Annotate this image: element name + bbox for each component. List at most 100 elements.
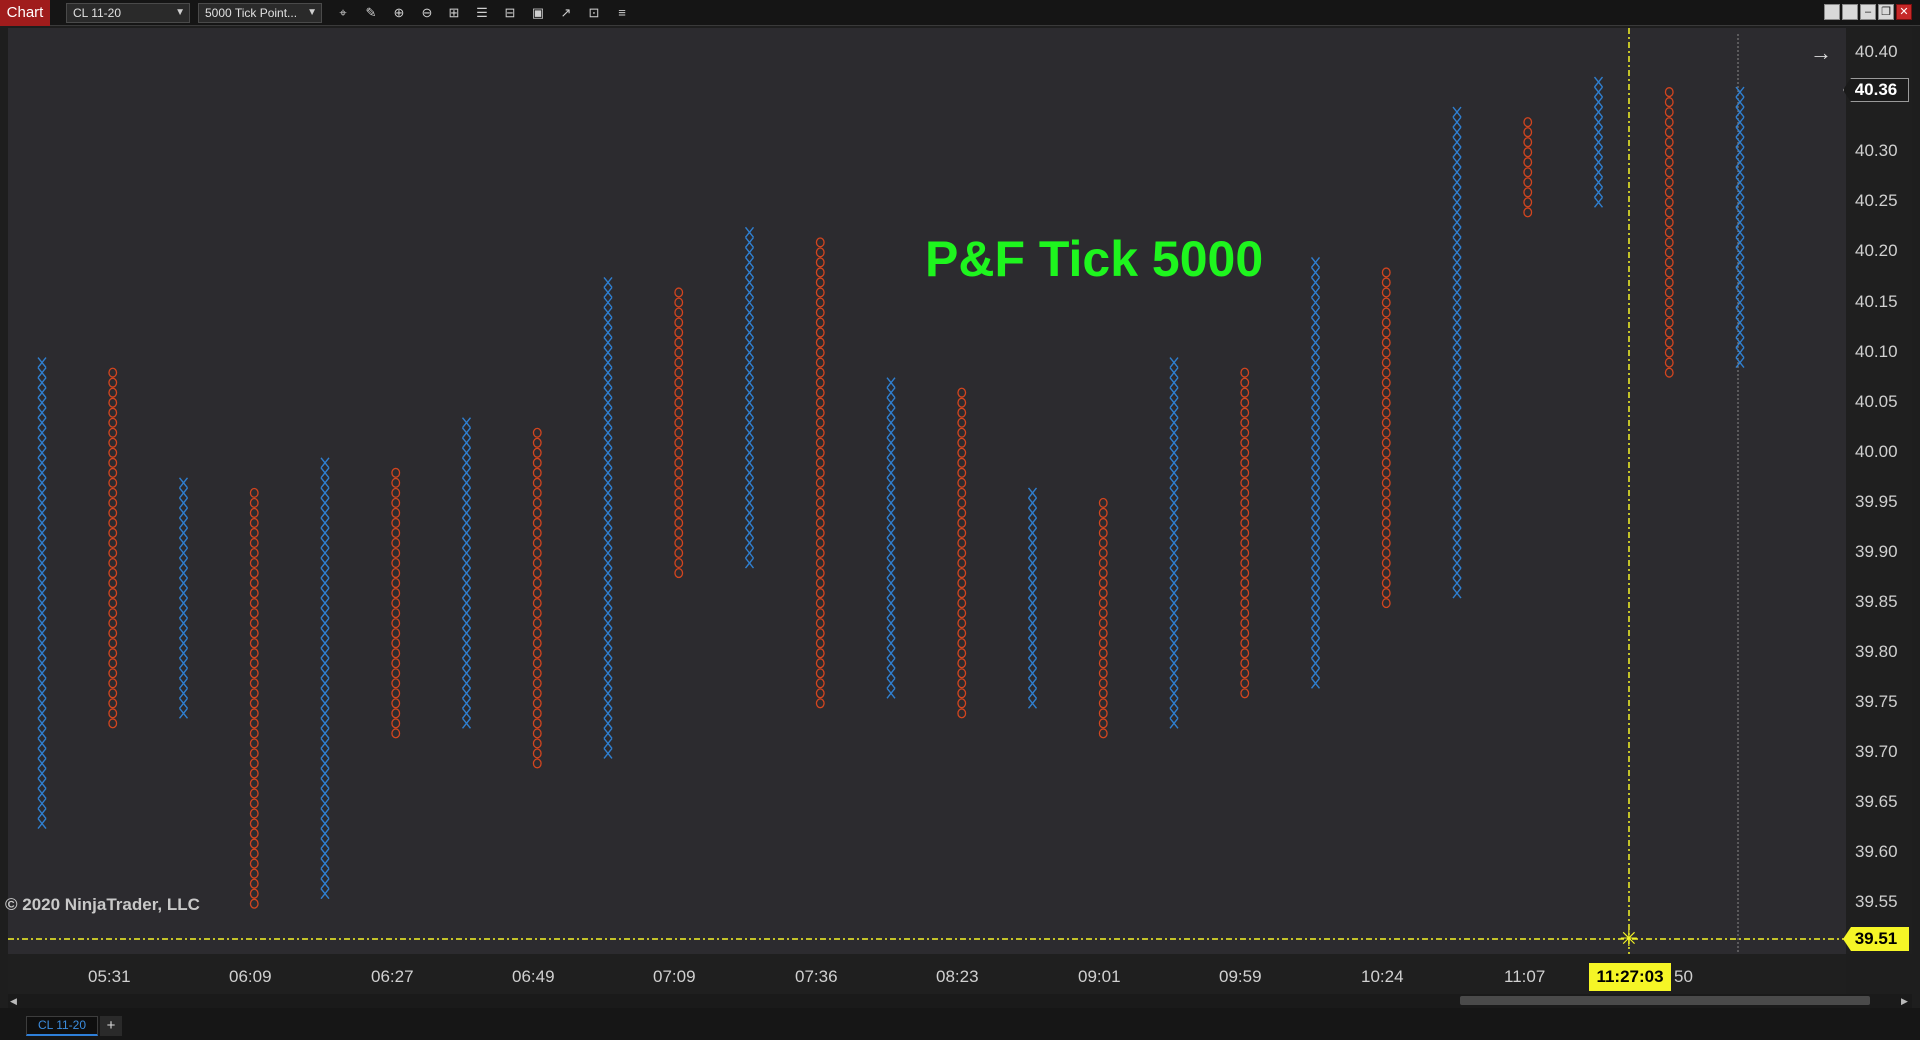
pf-x-box	[1169, 467, 1179, 479]
pf-o-box	[1240, 397, 1250, 408]
pf-o-box	[1240, 668, 1250, 679]
pf-x-box	[603, 357, 613, 369]
pf-x-box	[178, 507, 189, 519]
pf-x-box	[1452, 507, 1462, 519]
pf-x-box	[603, 387, 613, 399]
pf-o-box	[532, 628, 542, 639]
chart-overlay-title: P&F Tick 5000	[925, 231, 1264, 287]
pf-x-box	[37, 667, 47, 679]
price-tick-label: 39.75	[1855, 692, 1898, 711]
pf-x-box	[1452, 487, 1462, 499]
pf-x-box	[320, 778, 330, 789]
pf-x-box	[37, 357, 47, 369]
pf-o-column	[957, 387, 967, 719]
pf-o-box	[249, 678, 259, 689]
pf-o-box	[391, 638, 401, 649]
pf-x-box	[1452, 427, 1462, 439]
pf-o-box	[532, 678, 542, 689]
pf-x-box	[1027, 487, 1038, 499]
pf-x-box	[603, 427, 613, 439]
pf-x-box	[37, 377, 47, 389]
pf-o-box	[815, 678, 825, 689]
pf-o-box	[1523, 187, 1533, 198]
pf-o-box	[532, 648, 542, 659]
pf-x-box	[320, 477, 330, 489]
pf-x-box	[461, 557, 472, 569]
pf-o-box	[1664, 327, 1674, 338]
pf-o-box	[1664, 237, 1674, 248]
pf-x-box	[320, 637, 330, 649]
pf-x-box	[320, 527, 330, 539]
pf-x-box	[320, 667, 330, 679]
pf-x-box	[886, 427, 896, 439]
add-tab-button[interactable]: +	[100, 1016, 122, 1036]
pf-o-box	[391, 507, 401, 518]
pf-o-box	[532, 567, 542, 579]
pf-x-box	[1452, 327, 1462, 338]
pf-o-box	[249, 507, 259, 518]
arrow-right-icon[interactable]: →	[1810, 40, 1832, 66]
horizontal-scrollbar[interactable]: ◀ ▶	[8, 994, 1912, 1008]
pf-x-box	[1593, 146, 1604, 158]
pf-o-box	[1381, 367, 1391, 378]
pf-x-box	[37, 737, 47, 749]
pf-o-box	[815, 387, 825, 398]
pf-x-box	[744, 427, 755, 439]
pf-x-box	[1452, 417, 1462, 429]
pf-o-box	[391, 608, 401, 619]
pf-o-box	[815, 547, 825, 559]
pf-x-box	[1027, 497, 1038, 509]
pf-o-box	[815, 327, 825, 338]
pf-o-box	[1523, 127, 1533, 138]
pf-x-box	[178, 567, 189, 579]
pf-o-box	[815, 347, 825, 358]
pf-x-box	[603, 377, 613, 389]
time-tick-label: 06:27	[371, 967, 414, 986]
pf-x-box	[178, 647, 189, 659]
pf-x-box	[1310, 647, 1321, 659]
pf-x-box	[1310, 337, 1321, 349]
pf-x-box	[1027, 677, 1038, 689]
tab-instrument[interactable]: CL 11-20	[26, 1016, 98, 1036]
pf-x-box	[886, 377, 896, 389]
pf-x-box	[461, 487, 472, 499]
pf-x-box	[178, 537, 189, 549]
pf-x-box	[603, 367, 613, 379]
pf-o-box	[391, 467, 401, 478]
pf-x-box	[886, 507, 896, 519]
pf-o-box	[1381, 487, 1391, 498]
pf-o-box	[1381, 307, 1391, 318]
crosshair-cursor-icon: ✳	[1620, 927, 1638, 952]
pf-x-box	[603, 457, 613, 469]
pf-o-box	[1098, 547, 1108, 559]
price-tick-label: 39.80	[1855, 642, 1898, 661]
pf-o-box	[1240, 527, 1250, 539]
pf-o-box	[532, 718, 542, 729]
price-tick-label: 39.90	[1855, 542, 1898, 561]
pf-o-box	[249, 738, 259, 749]
scrollbar-thumb[interactable]	[1460, 996, 1870, 1005]
pf-o-box	[674, 417, 684, 428]
pf-x-box	[1452, 307, 1462, 318]
pf-o-box	[532, 578, 542, 589]
pf-o-box	[957, 477, 967, 488]
pf-o-box	[249, 878, 259, 889]
scroll-right-icon[interactable]: ▶	[1901, 994, 1908, 1008]
pf-o-box	[1664, 357, 1674, 368]
pf-x-box	[744, 527, 755, 539]
pf-o-box	[108, 497, 118, 508]
pf-o-box	[108, 367, 118, 378]
pf-x-column	[1027, 487, 1038, 709]
pf-o-box	[674, 517, 684, 528]
pf-x-box	[1735, 246, 1745, 258]
pf-x-box	[603, 397, 613, 409]
pf-o-box	[108, 588, 118, 599]
pf-x-box	[744, 437, 755, 449]
scroll-left-icon[interactable]: ◀	[10, 994, 17, 1008]
pf-o-box	[532, 688, 542, 699]
pf-o-box	[532, 507, 542, 518]
pf-o-box	[391, 547, 401, 559]
pf-o-box	[815, 357, 825, 368]
pf-o-box	[108, 517, 118, 528]
pf-x-box	[178, 667, 189, 679]
